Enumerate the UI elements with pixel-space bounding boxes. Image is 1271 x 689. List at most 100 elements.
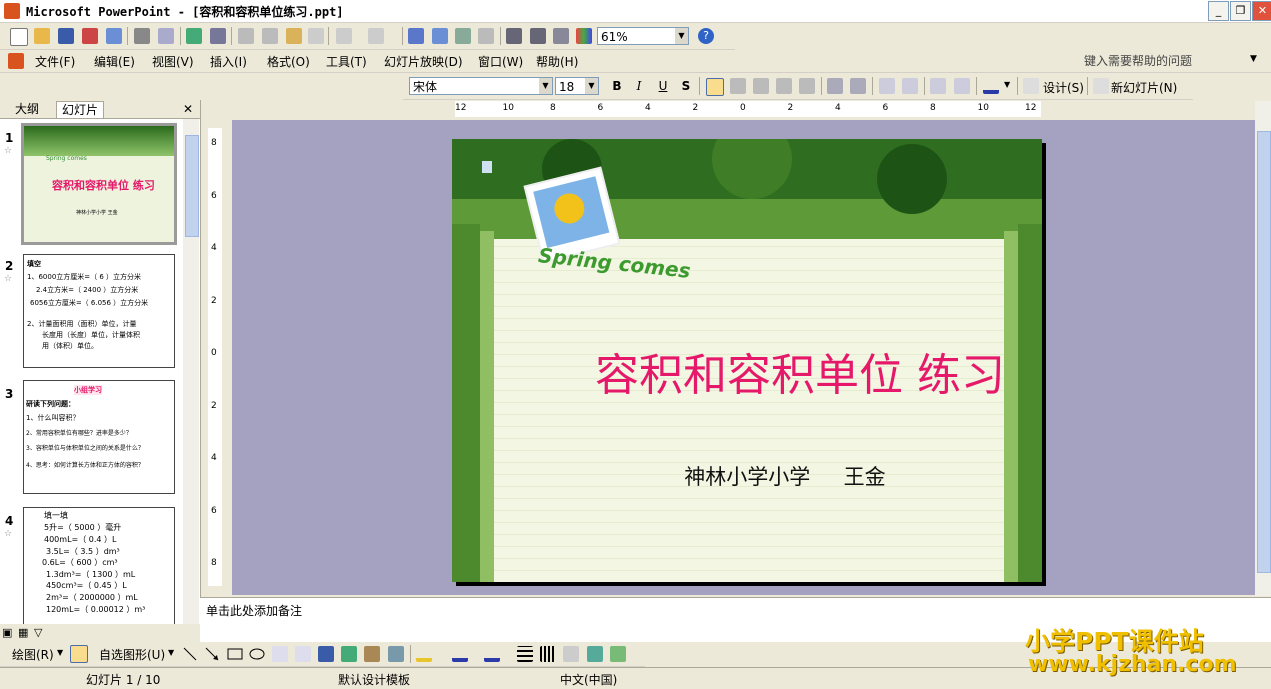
- chevron-down-icon[interactable]: ▼: [539, 78, 552, 94]
- slide-subtitle[interactable]: 神林小学小学 王金: [570, 461, 1000, 491]
- 3d-style-icon[interactable]: [610, 646, 626, 662]
- distribute-icon[interactable]: [799, 78, 815, 94]
- chevron-down-icon[interactable]: ▼: [585, 78, 598, 94]
- menu-format[interactable]: 格式(O): [267, 53, 310, 70]
- save-icon[interactable]: [58, 28, 74, 44]
- expand-all-icon[interactable]: [506, 28, 522, 44]
- close-button[interactable]: ✕: [1252, 1, 1271, 21]
- show-formatting-icon[interactable]: [530, 28, 546, 44]
- insert-hyperlink-icon[interactable]: [478, 28, 494, 44]
- color-grayscale-icon[interactable]: [576, 28, 592, 44]
- thumbnail-scrollbar[interactable]: [183, 119, 199, 624]
- notes-placeholder[interactable]: 单击此处添加备注: [206, 602, 302, 619]
- maximize-button[interactable]: ❐: [1230, 1, 1251, 21]
- new-document-icon[interactable]: [10, 28, 28, 46]
- slide-thumbnail-2[interactable]: 填空 1、6000立方厘米=（ 6 ）立方分米 2.4立方米=（ 2400 ）立…: [23, 254, 175, 368]
- arrow-tool-icon[interactable]: [204, 646, 220, 662]
- sorter-view-icon[interactable]: ▦: [18, 626, 28, 639]
- menu-edit[interactable]: 编辑(E): [94, 53, 135, 70]
- open-folder-icon[interactable]: [34, 28, 50, 44]
- wordart-icon[interactable]: [318, 646, 334, 662]
- permission-icon[interactable]: [82, 28, 98, 44]
- print-preview-icon[interactable]: [158, 28, 174, 44]
- menu-tools[interactable]: 工具(T): [326, 53, 367, 70]
- line-tool-icon[interactable]: [182, 646, 198, 662]
- font-size-select[interactable]: 18 ▼: [555, 77, 599, 95]
- sound-icon[interactable]: [482, 161, 492, 173]
- redo-icon[interactable]: [368, 28, 384, 44]
- slide-thumbnail-3[interactable]: 小组学习 研读下列问题： 1、什么叫容积？ 2、常用容积单位有哪些？进率是多少？…: [23, 380, 175, 494]
- diagram-icon[interactable]: [341, 646, 357, 662]
- help-icon[interactable]: ?: [698, 28, 714, 44]
- font-color-icon[interactable]: [484, 646, 500, 662]
- draw-menu-button[interactable]: 绘图(R): [12, 646, 54, 663]
- vertical-textbox-icon[interactable]: [295, 646, 311, 662]
- align-right-icon[interactable]: [753, 78, 769, 94]
- menu-slideshow[interactable]: 幻灯片放映(D): [384, 53, 463, 70]
- new-slide-button[interactable]: 新幻灯片(N): [1111, 79, 1177, 96]
- slide-title[interactable]: 容积和容积单位 练习: [570, 339, 1030, 403]
- increase-font-icon[interactable]: [879, 78, 895, 94]
- paste-icon[interactable]: [286, 28, 302, 44]
- current-slide[interactable]: Spring comes 容积和容积单位 练习 神林小学小学 王金: [452, 139, 1042, 582]
- underline-button[interactable]: U: [653, 77, 673, 95]
- rectangle-tool-icon[interactable]: [227, 646, 243, 662]
- textbox-tool-icon[interactable]: [272, 646, 288, 662]
- align-center-icon[interactable]: [730, 78, 746, 94]
- print-icon[interactable]: [134, 28, 150, 44]
- fill-color-icon[interactable]: [416, 646, 432, 662]
- slide-thumbnail-1[interactable]: Spring comes 容积和容积单位 练习 神林小学小学 王金: [21, 123, 177, 245]
- format-painter-icon[interactable]: [308, 28, 324, 44]
- tables-borders-icon[interactable]: [455, 28, 471, 44]
- autoshapes-button[interactable]: 自选图形(U): [99, 646, 165, 663]
- spelling-icon[interactable]: [186, 28, 202, 44]
- minimize-button[interactable]: _: [1208, 1, 1229, 21]
- chevron-down-icon[interactable]: ▼: [168, 648, 174, 657]
- decrease-font-icon[interactable]: [902, 78, 918, 94]
- powerpoint-app-icon[interactable]: [4, 3, 20, 19]
- dash-style-icon[interactable]: [540, 646, 556, 662]
- shadow-style-icon[interactable]: [587, 646, 603, 662]
- design-button[interactable]: 设计(S): [1043, 79, 1084, 96]
- tab-outline[interactable]: 大纲: [10, 101, 44, 117]
- menu-file[interactable]: 文件(F): [35, 53, 75, 70]
- oval-tool-icon[interactable]: [249, 646, 265, 662]
- research-icon[interactable]: [210, 28, 226, 44]
- zoom-select[interactable]: 61% ▼: [597, 27, 689, 45]
- insert-table-icon[interactable]: [432, 28, 448, 44]
- normal-view-icon[interactable]: ▣: [2, 626, 12, 639]
- canvas-scrollbar[interactable]: [1255, 101, 1271, 596]
- menu-insert[interactable]: 插入(I): [210, 53, 247, 70]
- justify-icon[interactable]: [776, 78, 792, 94]
- chevron-down-icon[interactable]: ▼: [57, 648, 63, 657]
- slide-thumbnail-4[interactable]: 填一填 5升=（ 5000 ）毫升 400mL=（ 0.4 ）L 3.5L=（ …: [23, 507, 175, 624]
- font-name-select[interactable]: 宋体 ▼: [409, 77, 553, 95]
- email-icon[interactable]: [106, 28, 122, 44]
- undo-icon[interactable]: [336, 28, 352, 44]
- shadow-button[interactable]: S: [676, 77, 696, 95]
- increase-indent-icon[interactable]: [954, 78, 970, 94]
- help-question-input[interactable]: 键入需要帮助的问题: [1084, 52, 1264, 69]
- document-icon[interactable]: [8, 53, 24, 69]
- arrow-style-icon[interactable]: [563, 646, 579, 662]
- help-dropdown-icon[interactable]: ▼: [1250, 54, 1257, 64]
- align-left-icon[interactable]: [706, 78, 724, 96]
- clipart-icon[interactable]: [364, 646, 380, 662]
- bold-button[interactable]: B: [607, 77, 627, 95]
- font-color-icon[interactable]: [983, 78, 999, 94]
- menu-window[interactable]: 窗口(W): [478, 53, 523, 70]
- line-style-icon[interactable]: [517, 646, 533, 662]
- cut-icon[interactable]: [238, 28, 254, 44]
- menu-view[interactable]: 视图(V): [152, 53, 194, 70]
- italic-button[interactable]: I: [629, 77, 649, 95]
- design-icon[interactable]: [1023, 78, 1039, 94]
- chevron-down-icon[interactable]: ▼: [675, 28, 688, 44]
- insert-chart-icon[interactable]: [408, 28, 424, 44]
- insert-picture-icon[interactable]: [388, 646, 404, 662]
- scrollbar-thumb[interactable]: [185, 135, 199, 237]
- slideshow-view-icon[interactable]: ▽: [34, 626, 42, 639]
- show-grid-icon[interactable]: [553, 28, 569, 44]
- select-pointer-icon[interactable]: [70, 645, 88, 663]
- line-color-icon[interactable]: [452, 646, 468, 662]
- tab-slides[interactable]: 幻灯片: [56, 101, 105, 118]
